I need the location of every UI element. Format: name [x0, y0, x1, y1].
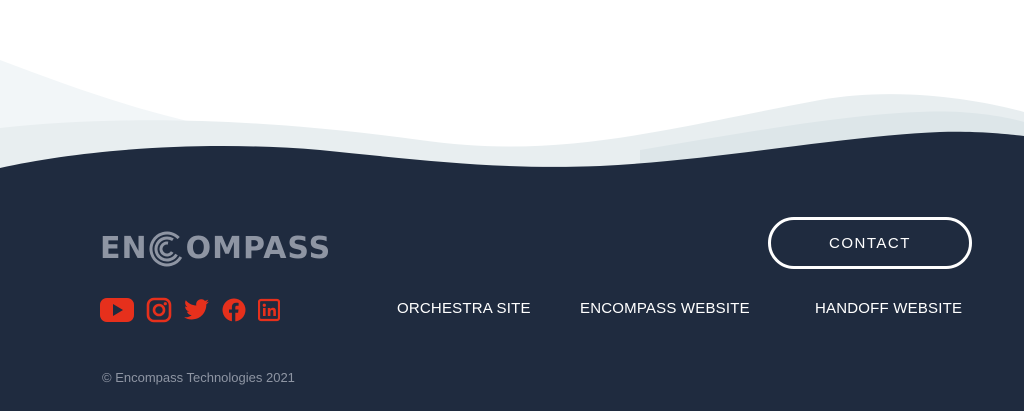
nav-link-encompass-website[interactable]: ENCOMPASS WEBSITE — [580, 300, 750, 317]
linkedin-icon[interactable] — [258, 296, 280, 324]
logo-text-left: EN — [100, 231, 148, 266]
nav-link-handoff-website[interactable]: HANDOFF WEBSITE — [815, 300, 962, 317]
instagram-icon[interactable] — [146, 296, 172, 324]
site-footer: EN OMPASS CONTACT ORCHESTRA SITE ENCOMPA… — [0, 0, 1024, 411]
twitter-icon[interactable] — [183, 296, 210, 324]
nav-link-orchestra-site[interactable]: ORCHESTRA SITE — [397, 300, 531, 317]
logo-text-right: OMPASS — [185, 231, 332, 266]
encompass-c-logo-icon — [149, 231, 185, 267]
copyright-text: © Encompass Technologies 2021 — [102, 370, 295, 385]
contact-button[interactable]: CONTACT — [768, 217, 972, 269]
encompass-logo[interactable]: EN OMPASS — [100, 229, 331, 269]
youtube-icon[interactable] — [100, 296, 134, 324]
facebook-icon[interactable] — [222, 296, 246, 324]
